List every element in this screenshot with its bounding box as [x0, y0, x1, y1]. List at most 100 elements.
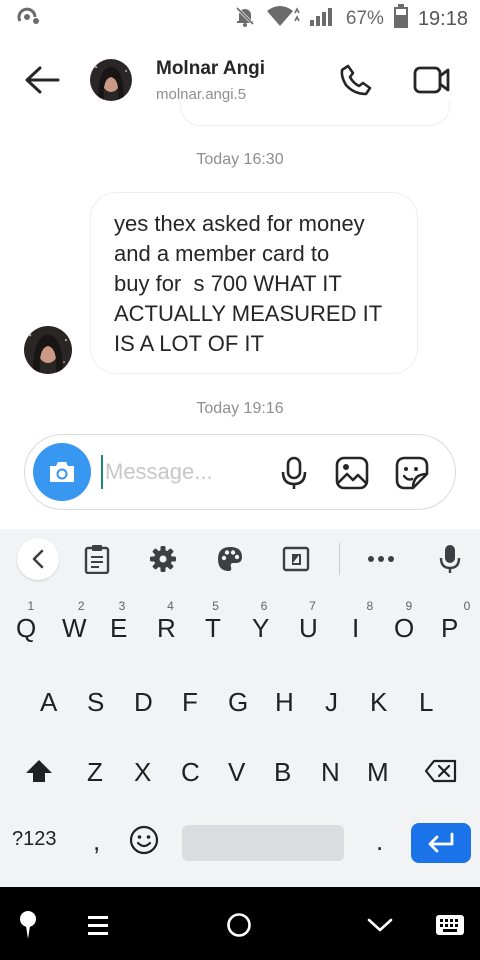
- key-s[interactable]: S: [87, 687, 104, 718]
- battery-icon: [393, 4, 408, 34]
- back-chevron-icon: [367, 918, 393, 932]
- enter-arrow-icon: [428, 832, 454, 853]
- navigation-bar: [0, 887, 480, 960]
- sticker-icon: [395, 456, 429, 490]
- video-camera-icon: [413, 66, 450, 94]
- message-bubble[interactable]: yes thex asked for money and a member ca…: [90, 192, 418, 374]
- clipboard-icon: [84, 545, 110, 574]
- status-left: [16, 7, 40, 32]
- message-line: ACTUALLY MEASURED IT: [114, 301, 383, 326]
- more-icon: [368, 556, 394, 562]
- resize-button[interactable]: [276, 539, 316, 579]
- toolbar-divider: [339, 543, 340, 575]
- previous-message-bubble: [180, 100, 450, 126]
- key-j[interactable]: J: [325, 687, 338, 718]
- key-d[interactable]: D: [134, 687, 153, 718]
- assistant-icon: [20, 911, 36, 939]
- message-line: buy for s 700 WHAT IT: [114, 271, 342, 296]
- clipboard-button[interactable]: [77, 539, 117, 579]
- message-line: and a member card to: [114, 241, 330, 266]
- microphone-icon: [439, 545, 461, 573]
- key-k[interactable]: K: [370, 687, 387, 718]
- back-arrow-icon: [25, 66, 60, 94]
- key-p[interactable]: P0: [441, 599, 470, 644]
- emoji-icon: [129, 825, 159, 855]
- backspace-key[interactable]: [424, 759, 458, 785]
- key-o[interactable]: O9: [394, 599, 414, 644]
- gallery-button[interactable]: [333, 454, 371, 492]
- key-a[interactable]: A: [40, 687, 57, 718]
- home-button[interactable]: [219, 905, 259, 945]
- message-input[interactable]: [105, 452, 265, 492]
- text-cursor: [101, 455, 103, 489]
- space-key[interactable]: [182, 825, 344, 861]
- camera-button[interactable]: [33, 443, 91, 501]
- notifications-off-icon: [234, 5, 256, 33]
- contact-info[interactable]: Molnar Angi molnar.angi.5: [156, 58, 265, 103]
- status-time: 19:18: [417, 7, 468, 30]
- key-b[interactable]: B: [274, 757, 291, 788]
- key-c[interactable]: C: [181, 757, 200, 788]
- key-r[interactable]: R4: [157, 599, 176, 644]
- key-m[interactable]: M: [367, 757, 389, 788]
- key-i[interactable]: I8: [352, 599, 373, 644]
- back-nav-button[interactable]: [360, 905, 400, 945]
- message-line: yes thex asked for money: [114, 211, 365, 236]
- symbols-key[interactable]: ?123: [12, 828, 57, 851]
- notification-dot-icon: [16, 7, 40, 32]
- enter-key[interactable]: [411, 823, 471, 863]
- battery-percentage: 67%: [345, 8, 384, 29]
- video-call-button[interactable]: [410, 58, 454, 102]
- wifi-icon: [266, 5, 300, 33]
- backspace-icon: [424, 759, 457, 783]
- emoji-key[interactable]: [128, 825, 160, 857]
- message-composer: [24, 434, 456, 510]
- key-v[interactable]: V: [228, 757, 245, 788]
- more-button[interactable]: [361, 539, 401, 579]
- key-l[interactable]: L: [419, 687, 433, 718]
- period-key[interactable]: .: [376, 826, 383, 857]
- key-z[interactable]: Z: [87, 757, 103, 788]
- key-g[interactable]: G: [228, 687, 248, 718]
- shift-key[interactable]: [24, 759, 54, 785]
- message-line: IS A LOT OF IT: [114, 331, 264, 356]
- comma-key[interactable]: ,: [93, 826, 100, 857]
- microphone-icon: [281, 456, 307, 489]
- palette-icon: [218, 547, 242, 571]
- key-y[interactable]: Y6: [252, 599, 269, 644]
- sticker-button[interactable]: [393, 454, 431, 492]
- key-e[interactable]: E3: [110, 599, 127, 644]
- key-h[interactable]: H: [275, 687, 294, 718]
- camera-icon: [50, 462, 74, 482]
- gallery-icon: [335, 456, 369, 490]
- settings-button[interactable]: [143, 539, 183, 579]
- contact-name: Molnar Angi: [156, 57, 266, 79]
- back-button[interactable]: [20, 58, 64, 102]
- chevron-left-icon: [32, 549, 44, 569]
- voice-call-button[interactable]: [334, 58, 378, 102]
- home-icon: [227, 913, 251, 937]
- timestamp: Today 16:30: [196, 151, 284, 168]
- assistant-button[interactable]: [8, 905, 48, 945]
- key-x[interactable]: X: [134, 757, 151, 788]
- key-f[interactable]: F: [182, 687, 198, 718]
- theme-button[interactable]: [210, 539, 250, 579]
- timestamp: Today 19:16: [196, 400, 284, 417]
- voice-message-button[interactable]: [275, 454, 313, 492]
- menu-icon: [88, 916, 108, 935]
- keyboard-back-button[interactable]: [17, 538, 59, 580]
- key-n[interactable]: N: [321, 757, 340, 788]
- key-u[interactable]: U7: [299, 599, 318, 644]
- keyboard-toolbar: [0, 529, 480, 587]
- keyboard-switch-button[interactable]: [430, 905, 470, 945]
- key-q[interactable]: Q1: [16, 599, 36, 644]
- key-w[interactable]: W2: [62, 599, 87, 644]
- gear-icon: [150, 546, 176, 572]
- signal-icon: [309, 5, 336, 33]
- message-avatar[interactable]: [24, 326, 72, 374]
- avatar[interactable]: [90, 59, 132, 101]
- menu-button[interactable]: [78, 905, 118, 945]
- voice-input-button[interactable]: [430, 539, 470, 579]
- key-t[interactable]: T5: [205, 599, 221, 644]
- status-right: 67% 19:18: [234, 4, 468, 34]
